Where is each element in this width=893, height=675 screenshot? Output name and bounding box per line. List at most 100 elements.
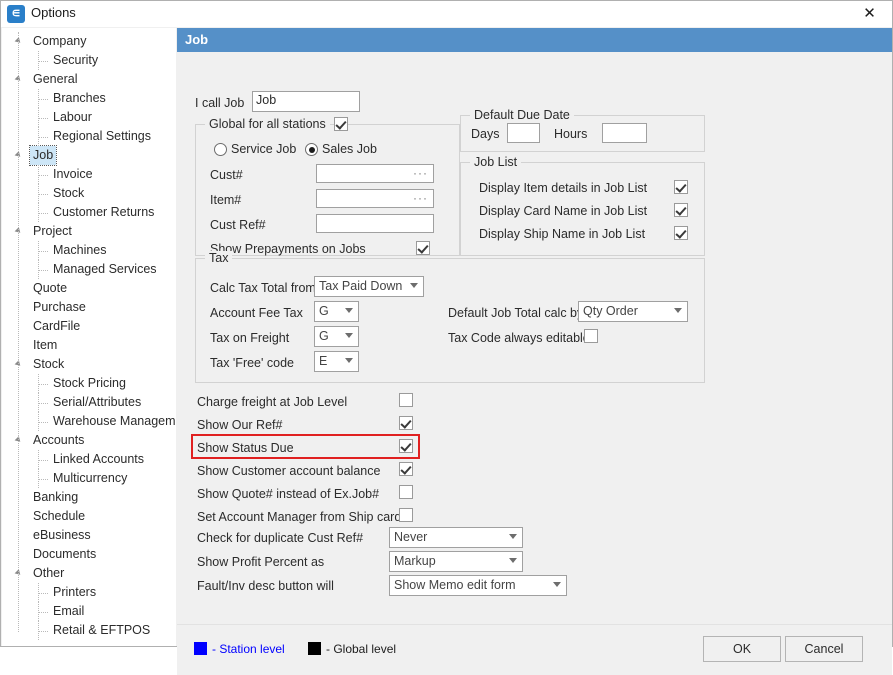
sidebar-item-customer-returns[interactable]: Customer Returns: [2, 203, 176, 222]
sidebar-item-label: Regional Settings: [50, 127, 154, 146]
chevron-down-icon: [410, 283, 418, 288]
global-level-legend: - Global level: [326, 642, 396, 656]
sidebar-item-other[interactable]: Other: [2, 564, 176, 583]
sidebar-item-retail-eftpos[interactable]: Retail & EFTPOS: [2, 621, 176, 640]
option-checkbox[interactable]: [399, 439, 413, 453]
sidebar-item-labour[interactable]: Labour: [2, 108, 176, 127]
sidebar-item-label: Item: [30, 336, 60, 355]
item-no-input[interactable]: [316, 189, 434, 208]
select-dropdown[interactable]: Never: [389, 527, 523, 548]
job-list-option-label: Display Item details in Job List: [479, 181, 647, 195]
service-job-radio[interactable]: [214, 143, 227, 156]
sidebar-item-general[interactable]: General: [2, 70, 176, 89]
close-icon[interactable]: ✕: [847, 1, 892, 27]
tree-guide-line: [38, 270, 48, 271]
i-call-job-input[interactable]: Job: [252, 91, 360, 112]
cancel-button[interactable]: Cancel: [785, 636, 863, 662]
default-due-date-group: Default Due Date Days Hours: [460, 115, 705, 152]
sidebar-item-email[interactable]: Email: [2, 602, 176, 621]
tree-guide-line: [38, 384, 48, 385]
sidebar-item-ebusiness[interactable]: eBusiness: [2, 526, 176, 545]
job-list-caption: Job List: [470, 155, 521, 169]
pane-header: Job: [177, 28, 892, 52]
option-label: Show Quote# instead of Ex.Job#: [197, 487, 379, 501]
tree-guide-line: [38, 612, 48, 613]
chevron-down-icon: [553, 582, 561, 587]
days-input[interactable]: [507, 123, 540, 143]
sidebar-item-project[interactable]: Project: [2, 222, 176, 241]
select-value: Show Memo edit form: [394, 578, 516, 592]
sidebar-item-schedule[interactable]: Schedule: [2, 507, 176, 526]
sidebar-item-label: Schedule: [30, 507, 88, 526]
tax-free-code-select[interactable]: E: [314, 351, 359, 372]
option-checkbox[interactable]: [399, 462, 413, 476]
account-fee-tax-select[interactable]: G: [314, 301, 359, 322]
select-dropdown[interactable]: Markup: [389, 551, 523, 572]
sidebar-item-accounts[interactable]: Accounts: [2, 431, 176, 450]
sidebar-item-regional-settings[interactable]: Regional Settings: [2, 127, 176, 146]
select-dropdown[interactable]: Show Memo edit form: [389, 575, 567, 596]
ok-button[interactable]: OK: [703, 636, 781, 662]
sidebar-item-banking[interactable]: Banking: [2, 488, 176, 507]
cust-ref-input[interactable]: [316, 214, 434, 233]
sidebar-item-label: Security: [50, 51, 101, 70]
sidebar-item-label: Email: [50, 602, 87, 621]
job-list-option-checkbox[interactable]: [674, 203, 688, 217]
tax-on-freight-label: Tax on Freight: [210, 331, 289, 345]
sidebar-item-stock[interactable]: Stock: [2, 184, 176, 203]
hours-label: Hours: [554, 127, 587, 141]
sidebar-item-stock[interactable]: Stock: [2, 355, 176, 374]
hours-input[interactable]: [602, 123, 647, 143]
sidebar-item-documents[interactable]: Documents: [2, 545, 176, 564]
calc-tax-total-from-value: Tax Paid Down: [319, 279, 402, 293]
sidebar-item-item[interactable]: Item: [2, 336, 176, 355]
account-fee-tax-label: Account Fee Tax: [210, 306, 303, 320]
tree-guide-line: [38, 175, 48, 176]
sidebar-item-serial-attributes[interactable]: Serial/Attributes: [2, 393, 176, 412]
option-checkbox[interactable]: [399, 485, 413, 499]
chevron-down-icon: [345, 358, 353, 363]
option-label: Charge freight at Job Level: [197, 395, 347, 409]
sidebar-item-branches[interactable]: Branches: [2, 89, 176, 108]
sidebar-item-linked-accounts[interactable]: Linked Accounts: [2, 450, 176, 469]
sales-job-radio[interactable]: [305, 143, 318, 156]
item-no-label: Item#: [210, 193, 241, 207]
show-prepayments-checkbox[interactable]: [416, 241, 430, 255]
tax-code-always-editable-label: Tax Code always editable: [448, 331, 590, 345]
calc-tax-total-from-select[interactable]: Tax Paid Down: [314, 276, 424, 297]
sidebar-item-machines[interactable]: Machines: [2, 241, 176, 260]
station-level-swatch: [194, 642, 207, 655]
app-icon-glyph: ∊: [7, 5, 25, 23]
tree-guide-line: [38, 251, 48, 252]
sidebar-item-purchase[interactable]: Purchase: [2, 298, 176, 317]
option-checkbox[interactable]: [399, 393, 413, 407]
sidebar-item-quote[interactable]: Quote: [2, 279, 176, 298]
sidebar-item-printers[interactable]: Printers: [2, 583, 176, 602]
sidebar-item-warehouse-management[interactable]: Warehouse Management: [2, 412, 176, 431]
sidebar-item-managed-services[interactable]: Managed Services: [2, 260, 176, 279]
sidebar-item-security[interactable]: Security: [2, 51, 176, 70]
tax-on-freight-value: G: [319, 329, 329, 343]
sidebar-item-stock-pricing[interactable]: Stock Pricing: [2, 374, 176, 393]
sidebar-tree[interactable]: CompanySecurityGeneralBranchesLabourRegi…: [2, 28, 176, 646]
option-checkbox[interactable]: [399, 416, 413, 430]
sidebar-item-cardfile[interactable]: CardFile: [2, 317, 176, 336]
sidebar-item-label: Banking: [30, 488, 81, 507]
tax-on-freight-select[interactable]: G: [314, 326, 359, 347]
sidebar-item-company[interactable]: Company: [2, 32, 176, 51]
sidebar-item-invoice[interactable]: Invoice: [2, 165, 176, 184]
sidebar-item-job[interactable]: Job: [2, 146, 176, 165]
job-list-option-checkbox[interactable]: [674, 226, 688, 240]
cust-no-input[interactable]: [316, 164, 434, 183]
option-checkbox[interactable]: [399, 508, 413, 522]
sidebar-item-label: Stock: [50, 184, 87, 203]
sidebar-item-multicurrency[interactable]: Multicurrency: [2, 469, 176, 488]
global-stations-checkbox[interactable]: [334, 117, 348, 131]
job-list-option-checkbox[interactable]: [674, 180, 688, 194]
sidebar-item-label: Stock Pricing: [50, 374, 129, 393]
tree-guide-line: [38, 118, 48, 119]
tax-code-always-editable-checkbox[interactable]: [584, 329, 598, 343]
default-job-total-calc-by-select[interactable]: Qty Order: [578, 301, 688, 322]
sidebar-item-label: Purchase: [30, 298, 89, 317]
sidebar-item-label: Job: [30, 146, 56, 165]
